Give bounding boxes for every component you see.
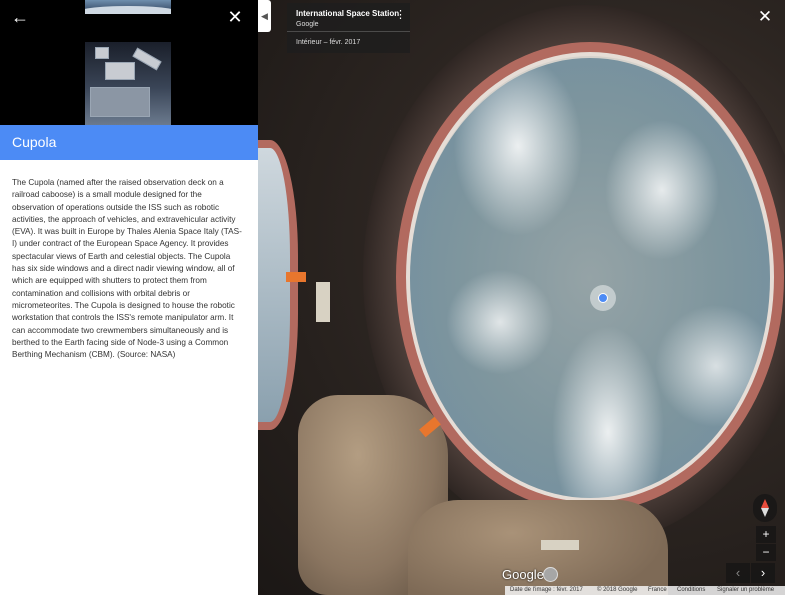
panel-title-bar: Cupola <box>0 125 258 160</box>
zoom-out-button[interactable]: − <box>756 544 776 561</box>
chevron-left-icon[interactable]: ◀ <box>258 0 271 32</box>
equipment-label <box>316 282 330 322</box>
photo-thumbnail[interactable] <box>85 42 171 125</box>
handle-tag <box>286 272 306 282</box>
location-title[interactable]: International Space Station <box>296 9 399 18</box>
capture-date[interactable]: Intérieur – févr. 2017 <box>296 39 360 46</box>
attribution-bar: Date de l'image : févr. 2017 © 2018 Goog… <box>505 586 785 595</box>
side-window <box>258 140 298 430</box>
copyright: © 2018 Google <box>597 587 638 593</box>
more-vert-icon[interactable]: ⋮ <box>395 10 406 21</box>
location-info-card: International Space Station Google Intér… <box>287 3 410 53</box>
divider <box>287 31 410 32</box>
google-logo: Google <box>502 567 544 582</box>
place-description: The Cupola (named after the raised obser… <box>12 178 242 360</box>
close-icon[interactable]: ✕ <box>224 6 246 28</box>
report-problem-link[interactable]: Signaler un problème <box>717 586 774 595</box>
photo-thumbnail[interactable] <box>85 0 171 14</box>
pegman-icon[interactable] <box>543 567 558 582</box>
terms-link[interactable]: Conditions <box>677 586 705 595</box>
arrow-left-icon[interactable]: ← <box>9 6 31 28</box>
zoom-in-button[interactable]: + <box>756 526 776 543</box>
equipment-label <box>541 540 579 550</box>
close-icon[interactable]: ✕ <box>754 6 776 28</box>
location-dot-icon[interactable] <box>590 285 616 311</box>
image-date: Date de l'image : févr. 2017 <box>510 587 583 593</box>
country-link[interactable]: France <box>648 586 667 595</box>
street-view-panorama[interactable] <box>258 0 785 595</box>
compass-icon[interactable] <box>753 494 777 522</box>
panel-title: Cupola <box>12 134 57 150</box>
location-source: Google <box>296 21 319 28</box>
chevron-right-icon[interactable]: › <box>751 563 775 583</box>
side-panel: ← ✕ Cupola The Cupola (named after the r… <box>0 0 258 595</box>
earth-view <box>410 58 770 498</box>
photo-strip[interactable]: ← ✕ <box>0 0 258 125</box>
chevron-left-icon[interactable]: ‹ <box>726 563 750 583</box>
